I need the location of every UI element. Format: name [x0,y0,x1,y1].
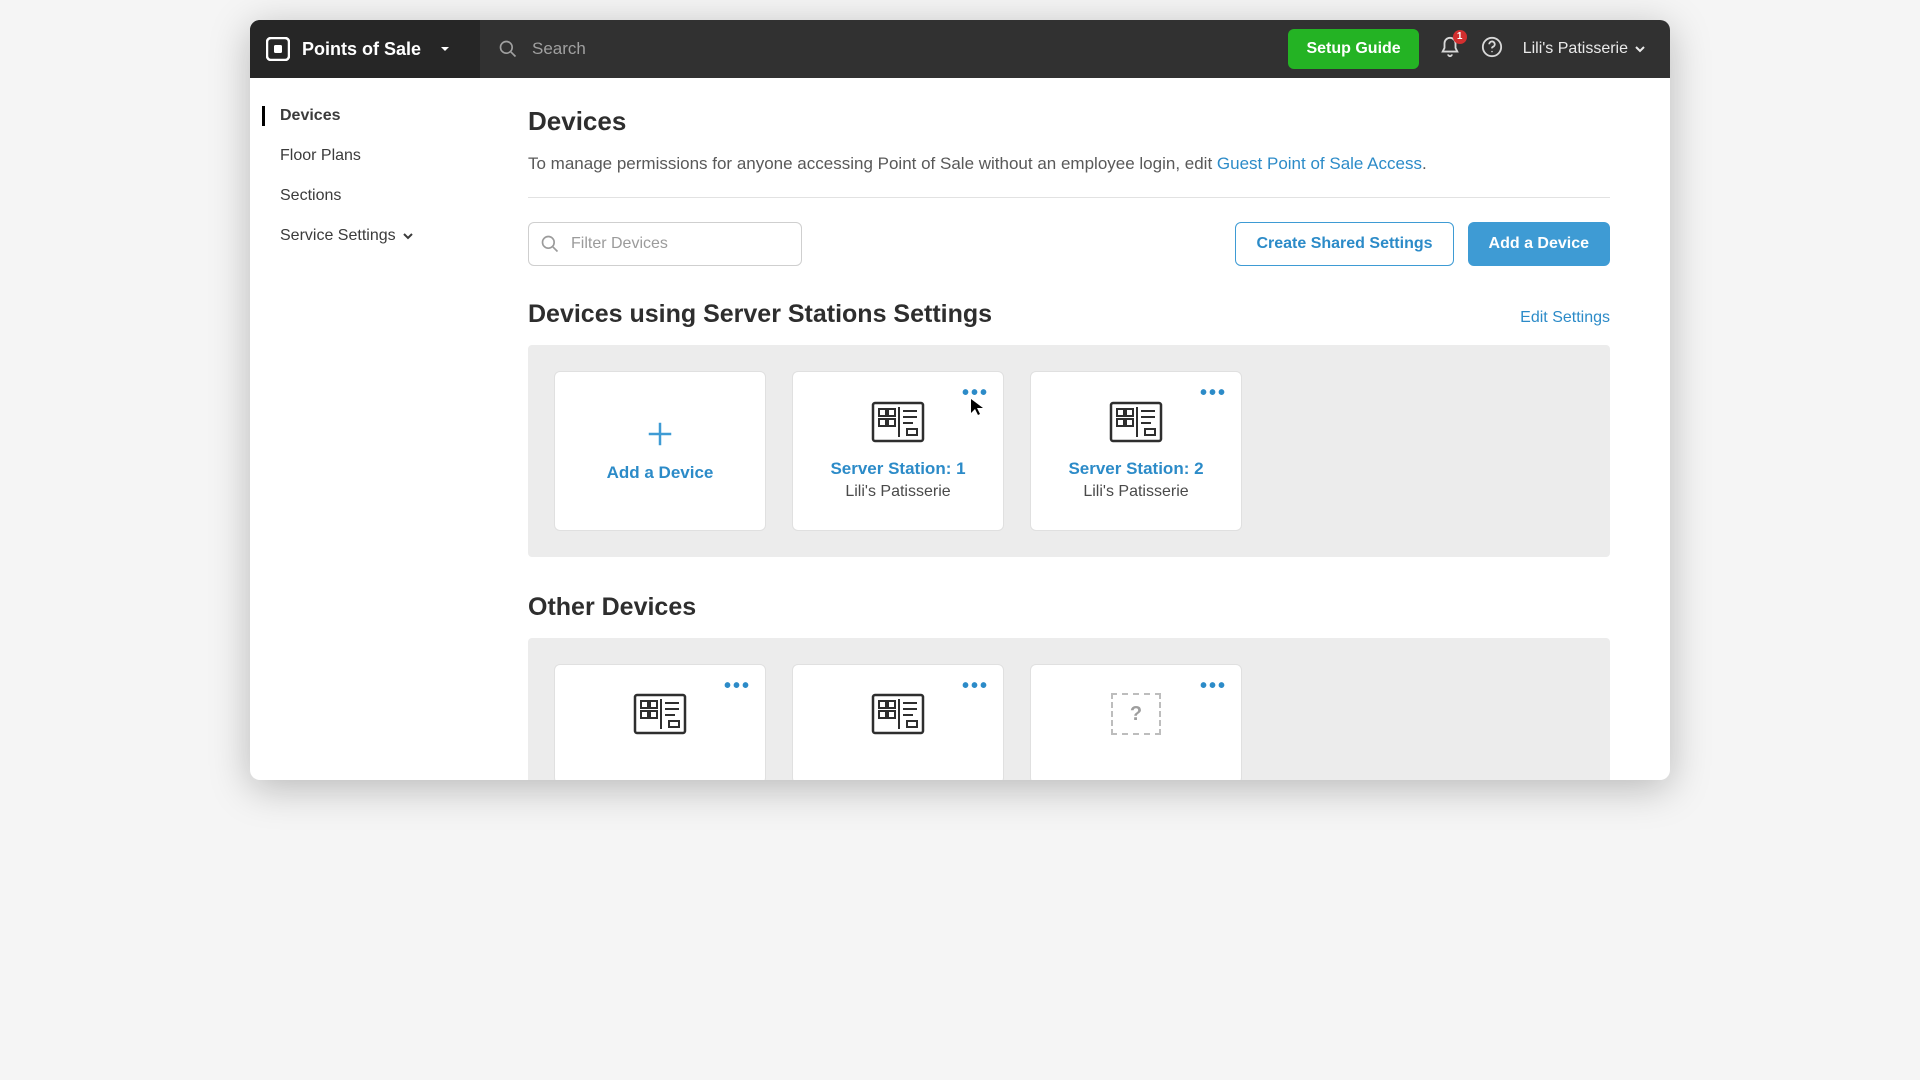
register-icon [871,401,925,443]
plus-icon [645,419,675,449]
device-card[interactable]: ••• [554,664,766,780]
device-card-subtitle: Lili's Patisserie [1083,483,1188,501]
main-content: Devices To manage permissions for anyone… [480,78,1670,780]
search-icon [540,234,560,254]
section-header-server-stations: Devices using Server Stations Settings E… [528,300,1610,329]
unknown-device-icon: ? [1111,693,1161,735]
app-body: Devices Floor Plans Sections Service Set… [250,78,1670,780]
device-card[interactable]: ••• Server Station: 2 Lili's [1030,371,1242,531]
sidebar-item-label: Floor Plans [280,147,361,165]
cursor-icon [970,398,984,416]
other-devices-strip: ••• ••• [528,638,1610,780]
subtitle-suffix: . [1422,154,1427,173]
device-card[interactable]: ••• [792,664,1004,780]
app-window: Points of Sale Setup Guide 1 Lili's Pati… [250,20,1670,780]
sidebar-item-label: Service Settings [280,227,396,245]
unknown-glyph: ? [1130,703,1142,726]
global-search-input[interactable] [532,39,832,59]
subtitle-text: To manage permissions for anyone accessi… [528,154,1217,173]
device-card-title: Server Station: 2 [1068,459,1203,479]
sidebar-item-floor-plans[interactable]: Floor Plans [250,136,480,176]
chevron-down-icon [1634,43,1646,55]
section-title: Other Devices [528,593,696,622]
register-icon [871,693,925,735]
toolbar-buttons: Create Shared Settings Add a Device [1235,222,1610,266]
card-overflow-menu[interactable]: ••• [1200,675,1227,698]
toolbar: Create Shared Settings Add a Device [528,222,1610,266]
sidebar-item-label: Sections [280,187,341,205]
add-device-button[interactable]: Add a Device [1468,222,1610,266]
help-icon [1481,36,1503,58]
register-icon [1109,401,1163,443]
notification-badge: 1 [1453,30,1467,44]
device-card-title: Server Station: 1 [830,459,965,479]
add-device-card-label: Add a Device [607,463,714,483]
filter-devices-input[interactable] [528,222,802,266]
edit-settings-link[interactable]: Edit Settings [1520,309,1610,327]
help-button[interactable] [1481,36,1503,63]
topbar-actions: Setup Guide 1 Lili's Patisserie [1288,29,1670,69]
search-icon [498,39,518,59]
page-title: Devices [528,106,1610,137]
setup-guide-button[interactable]: Setup Guide [1288,29,1418,69]
device-card-subtitle: Lili's Patisserie [845,483,950,501]
account-menu[interactable]: Lili's Patisserie [1523,40,1646,58]
card-overflow-menu[interactable]: ••• [962,675,989,698]
create-shared-settings-button[interactable]: Create Shared Settings [1235,222,1453,266]
brand-title: Points of Sale [302,39,421,60]
card-overflow-menu[interactable]: ••• [724,675,751,698]
section-title: Devices using Server Stations Settings [528,300,992,329]
server-stations-strip: Add a Device ••• [528,345,1610,557]
divider [528,197,1610,198]
sidebar-item-devices[interactable]: Devices [250,96,480,136]
brand-switcher[interactable]: Points of Sale [250,20,480,78]
section-header-other-devices: Other Devices [528,593,1610,622]
notifications-button[interactable]: 1 [1439,36,1461,63]
device-card[interactable]: ••• Server Station: 1 Lili's [792,371,1004,531]
filter-devices [528,222,802,266]
square-logo-icon [266,37,290,61]
sidebar: Devices Floor Plans Sections Service Set… [250,78,480,780]
sidebar-item-service-settings[interactable]: Service Settings [250,216,480,256]
account-name: Lili's Patisserie [1523,40,1628,58]
device-card-unknown[interactable]: ••• ? [1030,664,1242,780]
chevron-down-icon [402,230,414,242]
caret-down-icon [439,43,451,55]
global-search[interactable] [480,39,1288,59]
sidebar-item-label: Devices [280,107,341,125]
guest-pos-access-link[interactable]: Guest Point of Sale Access [1217,154,1422,173]
page-subtitle: To manage permissions for anyone accessi… [528,151,1610,177]
topbar: Points of Sale Setup Guide 1 Lili's Pati… [250,20,1670,78]
register-icon [633,693,687,735]
sidebar-item-sections[interactable]: Sections [250,176,480,216]
card-overflow-menu[interactable]: ••• [1200,382,1227,405]
add-device-card[interactable]: Add a Device [554,371,766,531]
